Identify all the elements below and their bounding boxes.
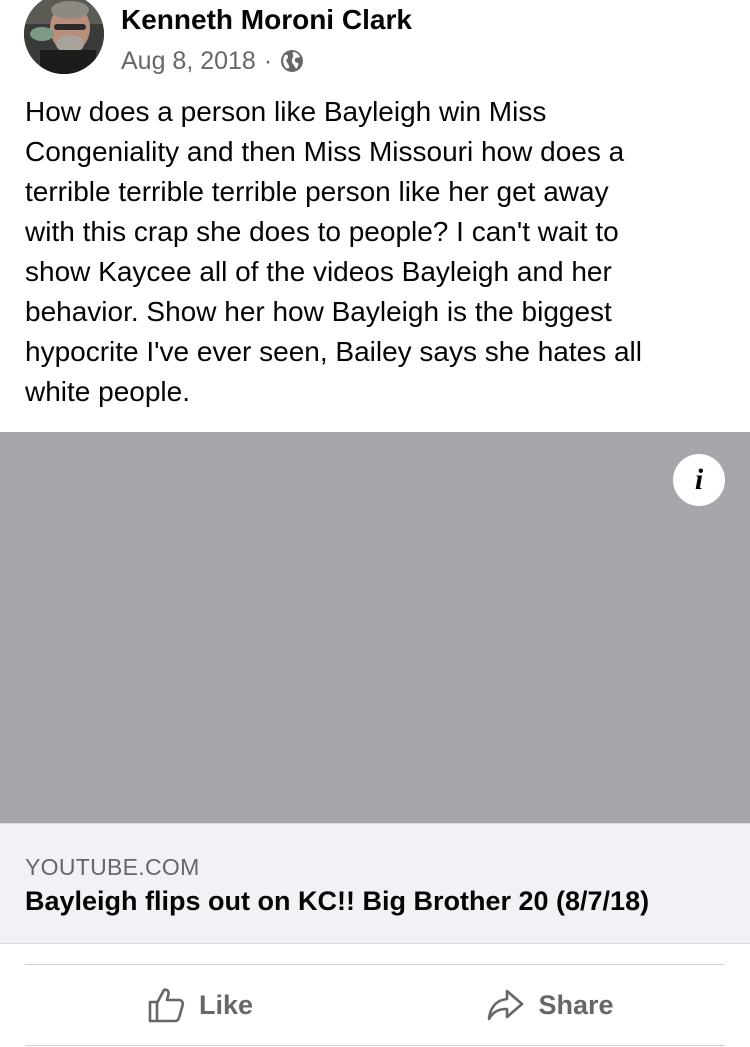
share-button[interactable]: Share <box>375 965 725 1045</box>
post-meta: Aug 8, 2018 · <box>121 44 304 78</box>
avatar-image <box>24 0 104 74</box>
link-preview-card[interactable]: i YOUTUBE.COM Bayleigh flips out on KC!!… <box>0 432 750 944</box>
link-preview-media[interactable]: i <box>0 432 750 823</box>
post-text: How does a person like Bayleigh win Miss… <box>25 92 730 412</box>
globe-icon <box>280 49 304 73</box>
post-text-line: behavior. Show her how Bayleigh is the b… <box>25 296 612 327</box>
info-button[interactable]: i <box>673 454 725 506</box>
post-text-line: How does a person like Bayleigh win Miss <box>25 96 547 127</box>
avatar[interactable] <box>24 0 104 74</box>
like-label: Like <box>198 989 254 1020</box>
action-bar: Like Share <box>25 965 725 1045</box>
post-text-line: hypocrite I've ever seen, Bailey says sh… <box>25 336 642 367</box>
post-date[interactable]: Aug 8, 2018 <box>121 47 256 76</box>
post-text-line: with this crap she does to people? I can… <box>25 216 619 247</box>
share-label: Share <box>538 989 614 1020</box>
post-header: Kenneth Moroni Clark Aug 8, 2018 · <box>0 0 750 90</box>
link-title[interactable]: Bayleigh flips out on KC!! Big Brother 2… <box>25 886 649 917</box>
thumbs-up-icon <box>148 988 185 1023</box>
meta-separator: · <box>263 46 273 75</box>
post-text-line: Congeniality and then Miss Missouri how … <box>25 136 625 167</box>
like-button[interactable]: Like <box>25 965 375 1045</box>
link-domain: YOUTUBE.COM <box>25 854 200 880</box>
post-text-line: show Kaycee all of the videos Bayleigh a… <box>25 256 612 287</box>
post-text-line: terrible terrible terrible person like h… <box>25 176 609 207</box>
info-icon: i <box>694 463 704 496</box>
post-text-line: white people. <box>25 376 191 407</box>
author-name[interactable]: Kenneth Moroni Clark <box>121 4 412 36</box>
share-arrow-icon <box>488 989 524 1021</box>
link-preview-meta[interactable]: YOUTUBE.COM Bayleigh flips out on KC!! B… <box>0 823 750 944</box>
action-bar-divider-bottom <box>25 1045 725 1046</box>
